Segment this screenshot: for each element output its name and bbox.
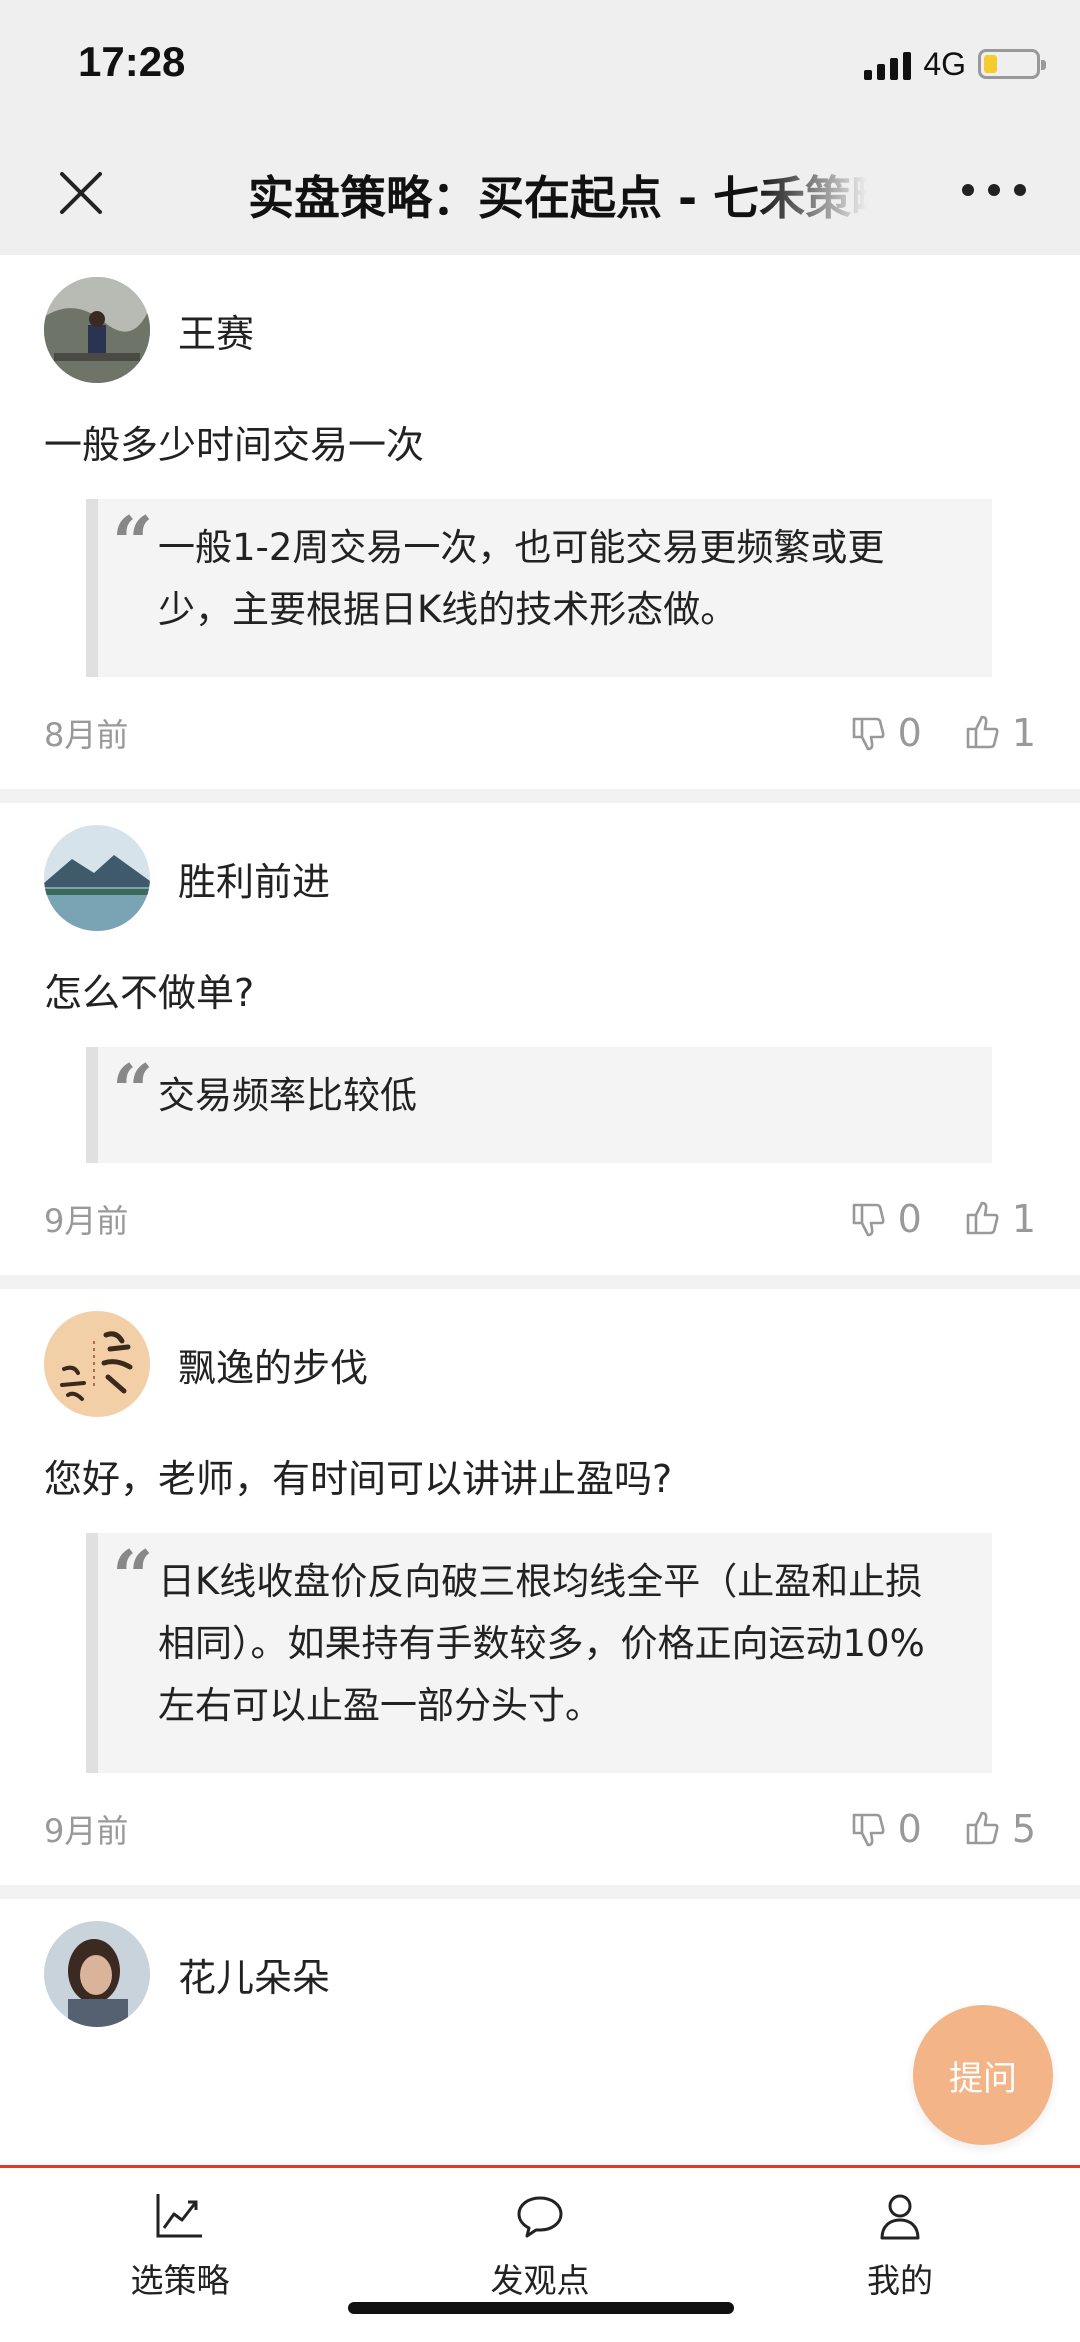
username[interactable]: 花儿朵朵 — [178, 1947, 330, 2002]
like-count: 1 — [1011, 711, 1036, 755]
tab-mine[interactable]: 我的 — [720, 2168, 1080, 2342]
user-row: 飘逸的步伐 — [44, 1289, 1036, 1429]
thumbs-down-icon — [852, 717, 885, 751]
quote-icon: “ — [112, 1534, 154, 1619]
page-title: 实盘策略：买在起点 - 七禾策略 — [248, 171, 868, 222]
signal-icon — [864, 48, 912, 80]
qa-card: 花儿朵朵 — [0, 1899, 1080, 2039]
username[interactable]: 胜利前进 — [178, 851, 330, 906]
meta-row: 9月前 0 1 — [44, 1163, 1036, 1275]
answer-text: 一般1-2周交易一次，也可能交易更频繁或更少，主要根据日K线的技术形态做。 — [158, 526, 885, 631]
thumbs-up-icon — [966, 1811, 999, 1845]
qa-card: 王赛 一般多少时间交易一次 “ 一般1-2周交易一次，也可能交易更频繁或更少，主… — [0, 255, 1080, 789]
user-row: 胜利前进 — [44, 803, 1036, 943]
quote-icon: “ — [112, 500, 154, 585]
meta-row: 8月前 0 1 — [44, 677, 1036, 789]
tab-select-strategy[interactable]: 选策略 — [0, 2168, 360, 2342]
question-text: 一般多少时间交易一次 — [44, 423, 425, 467]
answer-text: 交易频率比较低 — [158, 1074, 417, 1117]
like-count: 1 — [1011, 1197, 1036, 1241]
like-button[interactable]: 1 — [962, 711, 1036, 755]
timestamp: 8月前 — [44, 716, 129, 754]
status-bar: 17:28 4G — [0, 0, 1080, 130]
chart-line-icon — [156, 2194, 202, 2238]
answer-text: 日K线收盘价反向破三根均线全平（止盈和止损相同）。如果持有手数较多，价格正向运动… — [158, 1560, 925, 1727]
divider — [0, 789, 1080, 803]
answer-block: “ 交易频率比较低 — [86, 1047, 992, 1163]
battery-icon — [978, 49, 1046, 79]
tab-label: 发观点 — [490, 2261, 590, 2300]
vote-group: 0 1 — [848, 1197, 1036, 1241]
dislike-count: 0 — [897, 1807, 922, 1851]
thumbs-down-icon — [852, 1813, 885, 1847]
more-icon[interactable] — [962, 184, 1026, 196]
status-time: 17:28 — [78, 38, 186, 85]
avatar[interactable] — [44, 1311, 150, 1417]
quote-icon: “ — [112, 1048, 154, 1133]
thumbs-up-icon — [966, 715, 999, 749]
timestamp: 9月前 — [44, 1812, 129, 1850]
avatar[interactable] — [44, 277, 150, 383]
dislike-button[interactable]: 0 — [848, 1807, 922, 1851]
user-row: 花儿朵朵 — [44, 1899, 1036, 2039]
thumbs-up-icon — [966, 1201, 999, 1235]
qa-feed: 王赛 一般多少时间交易一次 “ 一般1-2周交易一次，也可能交易更频繁或更少，主… — [0, 255, 1080, 2039]
avatar[interactable] — [44, 1921, 150, 2027]
meta-row: 9月前 0 5 — [44, 1773, 1036, 1885]
avatar[interactable] — [44, 825, 150, 931]
username[interactable]: 飘逸的步伐 — [178, 1337, 368, 1392]
status-indicators: 4G — [864, 44, 1046, 84]
tab-label: 我的 — [867, 2261, 933, 2300]
question-text: 您好，老师，有时间可以讲讲止盈吗? — [44, 1457, 673, 1501]
answer-block: “ 一般1-2周交易一次，也可能交易更频繁或更少，主要根据日K线的技术形态做。 — [86, 499, 992, 677]
network-type: 4G — [923, 45, 966, 82]
speech-bubble-icon — [517, 2196, 563, 2238]
vote-group: 0 5 — [848, 1807, 1036, 1851]
dislike-count: 0 — [897, 1197, 922, 1241]
dislike-button[interactable]: 0 — [848, 1197, 922, 1241]
user-row: 王赛 — [44, 255, 1036, 395]
divider — [0, 1885, 1080, 1899]
dislike-count: 0 — [897, 711, 922, 755]
ask-question-button[interactable]: 提问 — [913, 2005, 1053, 2145]
bottom-tab-bar: 选策略 发观点 我的 — [0, 2165, 1080, 2342]
close-icon[interactable] — [56, 168, 106, 218]
home-indicator — [348, 2302, 734, 2314]
divider — [0, 1275, 1080, 1289]
answer-block: “ 日K线收盘价反向破三根均线全平（止盈和止损相同）。如果持有手数较多，价格正向… — [86, 1533, 992, 1773]
vote-group: 0 1 — [848, 711, 1036, 755]
nav-bar: 实盘策略：买在起点 - 七禾策略 — [0, 130, 1080, 256]
like-count: 5 — [1011, 1807, 1036, 1851]
tab-post-view[interactable]: 发观点 — [360, 2168, 720, 2342]
user-icon — [880, 2194, 920, 2240]
question-text: 怎么不做单? — [44, 971, 255, 1015]
like-button[interactable]: 1 — [962, 1197, 1036, 1241]
dislike-button[interactable]: 0 — [848, 711, 922, 755]
thumbs-down-icon — [852, 1203, 885, 1237]
username[interactable]: 王赛 — [178, 303, 254, 358]
like-button[interactable]: 5 — [962, 1807, 1036, 1851]
qa-card: 飘逸的步伐 您好，老师，有时间可以讲讲止盈吗? “ 日K线收盘价反向破三根均线全… — [0, 1289, 1080, 1885]
tab-label: 选策略 — [130, 2261, 230, 2300]
timestamp: 9月前 — [44, 1202, 129, 1240]
qa-card: 胜利前进 怎么不做单? “ 交易频率比较低 9月前 0 1 — [0, 803, 1080, 1275]
